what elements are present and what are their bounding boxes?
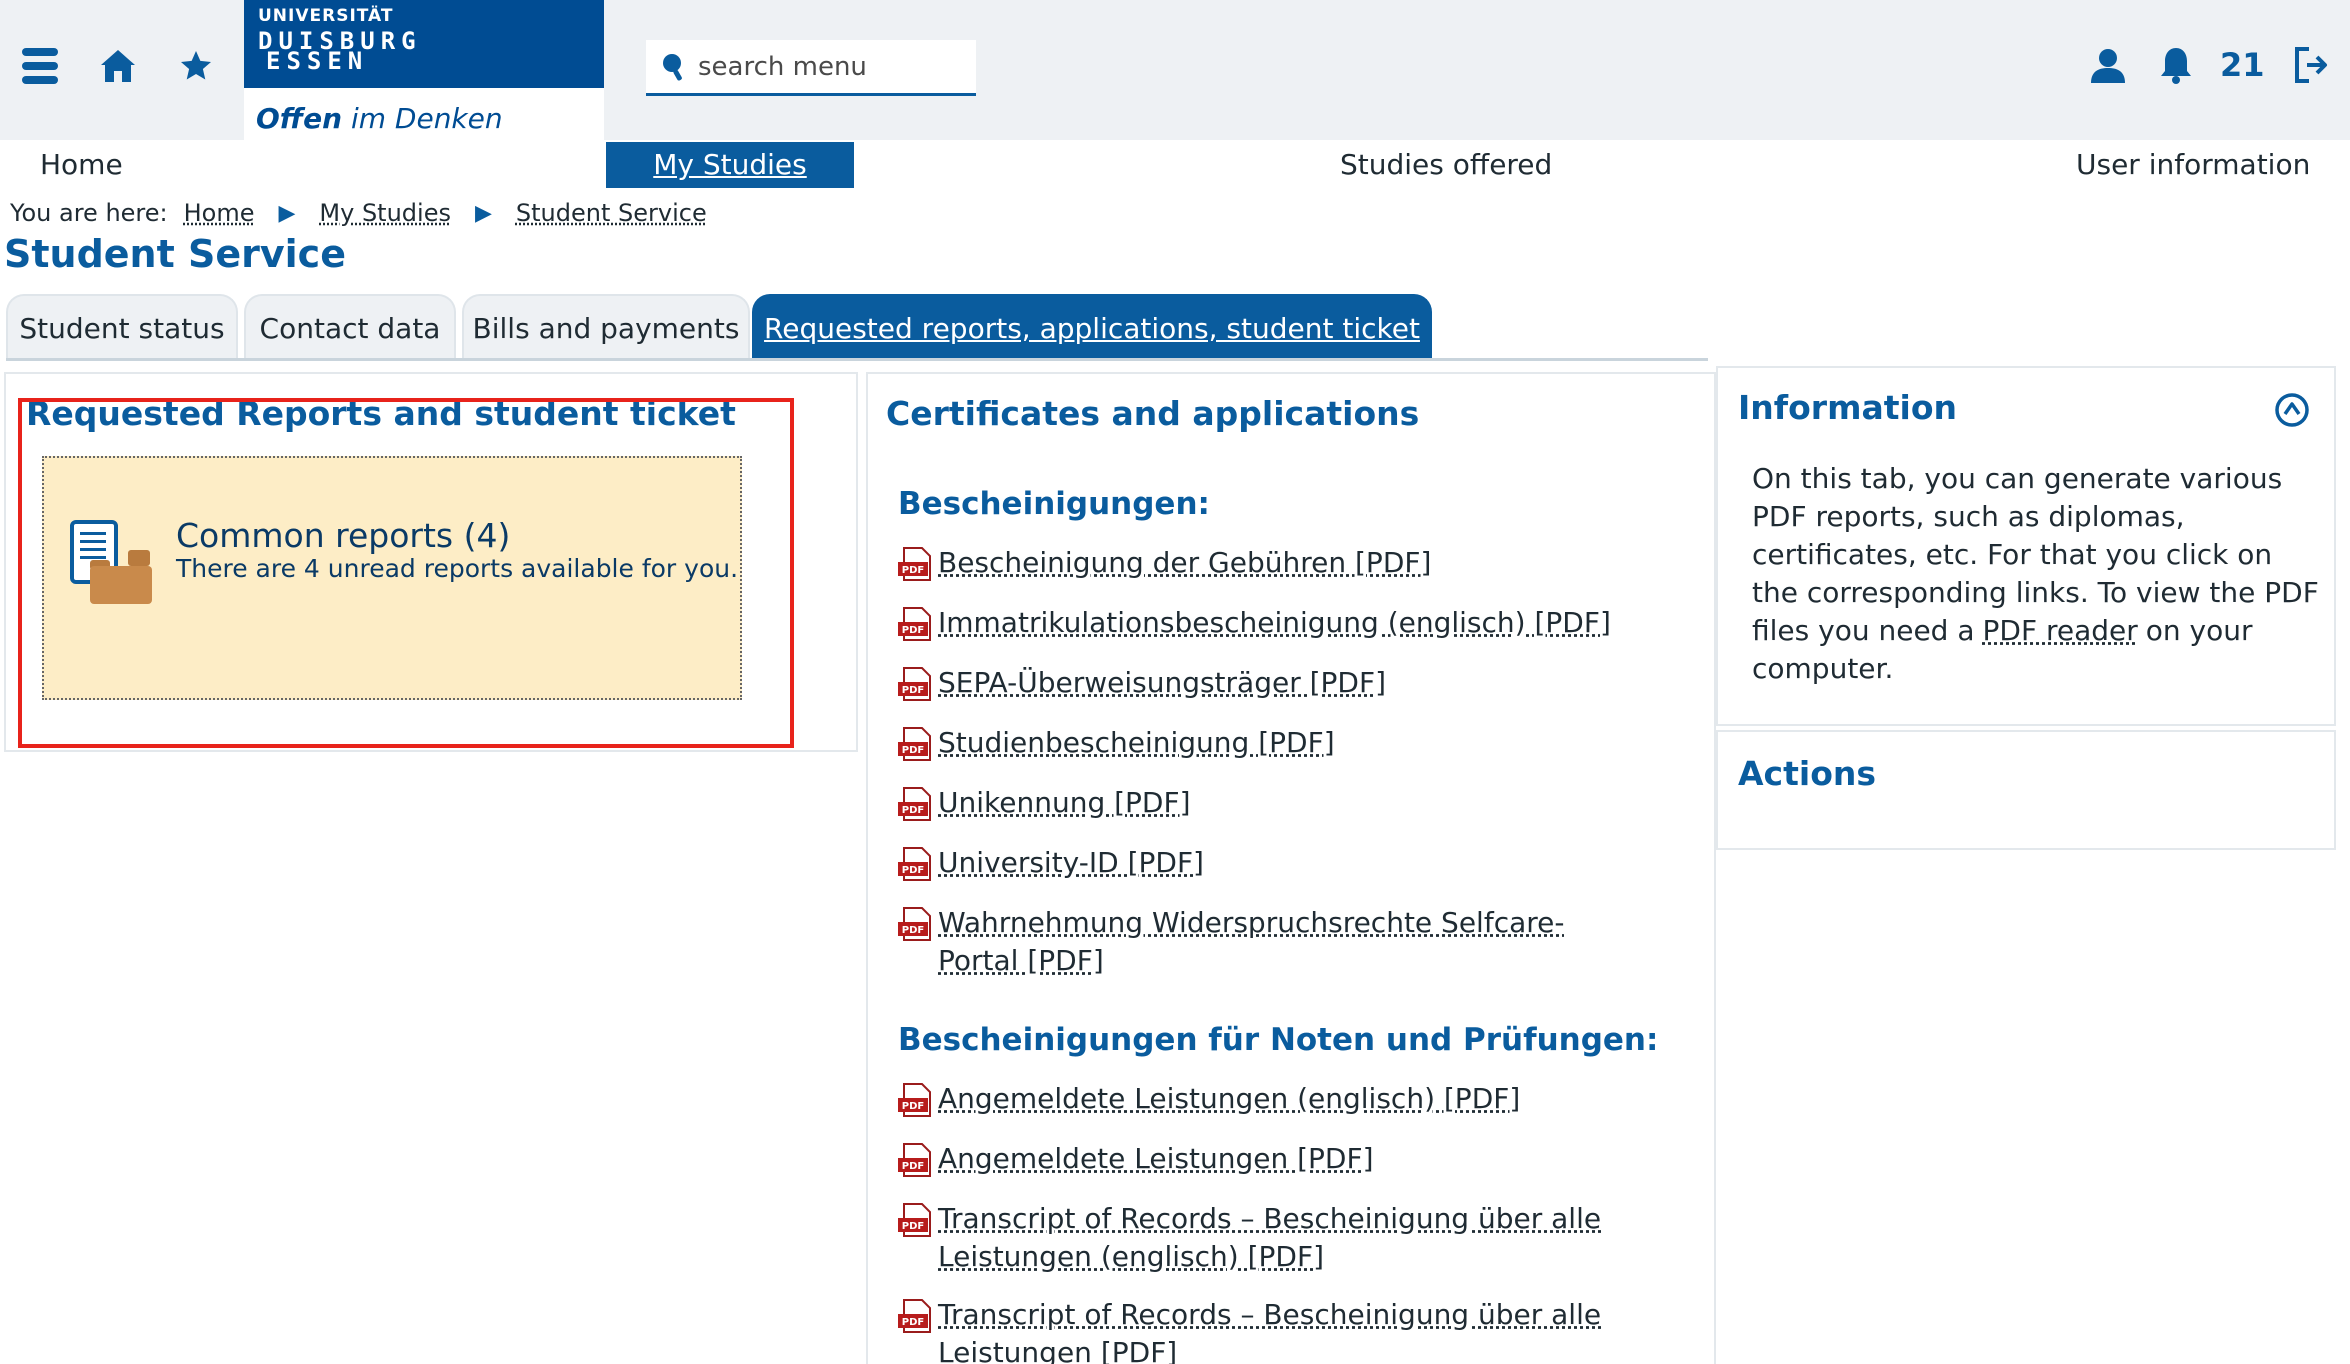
svg-text:PDF: PDF <box>902 565 924 576</box>
tabs-divider <box>6 358 1708 361</box>
link-text[interactable]: SEPA-Überweisungsträger [PDF] <box>938 664 1638 702</box>
svg-text:PDF: PDF <box>902 1221 924 1232</box>
pdf-link[interactable]: PDF Unikennung [PDF] <box>898 784 1638 822</box>
pdf-link[interactable]: PDF Immatrikulationsbescheinigung (engli… <box>898 604 1638 642</box>
logout-icon[interactable] <box>2290 44 2332 86</box>
chevron-right-icon: ▶ <box>474 200 492 226</box>
pdf-reader-link[interactable]: PDF reader <box>1983 614 2138 647</box>
breadcrumb-my-studies[interactable]: My Studies <box>319 199 451 227</box>
information-panel-title: Information <box>1738 388 1957 427</box>
pdf-link[interactable]: PDF Transcript of Records – Bescheinigun… <box>898 1200 1638 1276</box>
pdf-link[interactable]: PDF Transcript of Records – Bescheinigun… <box>898 1296 1638 1364</box>
pdf-icon: PDF <box>898 1143 931 1177</box>
pdf-icon: PDF <box>898 907 931 941</box>
tab-contact-data[interactable]: Contact data <box>244 294 456 360</box>
svg-text:PDF: PDF <box>902 1317 924 1328</box>
highlight-box <box>18 398 794 748</box>
nav-user-information[interactable]: User information <box>2076 142 2310 188</box>
breadcrumb-home[interactable]: Home <box>184 199 255 227</box>
link-text[interactable]: Bescheinigung der Gebühren [PDF] <box>938 544 1638 582</box>
svg-text:PDF: PDF <box>902 685 924 696</box>
link-text[interactable]: Transcript of Records – Bescheinigung üb… <box>938 1200 1638 1276</box>
pdf-link[interactable]: PDF Wahrnehmung Widerspruchsrechte Selfc… <box>898 904 1638 980</box>
search-icon <box>663 53 682 80</box>
information-text: On this tab, you can generate various PD… <box>1752 462 2319 685</box>
svg-text:PDF: PDF <box>902 865 924 876</box>
link-text[interactable]: Immatrikulationsbescheinigung (englisch)… <box>938 604 1638 642</box>
link-text[interactable]: Transcript of Records – Bescheinigung üb… <box>938 1296 1638 1364</box>
pdf-icon: PDF <box>898 727 931 761</box>
svg-text:PDF: PDF <box>902 745 924 756</box>
search-box <box>646 40 976 96</box>
pdf-link[interactable]: PDF Bescheinigung der Gebühren [PDF] <box>898 544 1638 582</box>
logo-banner: UNIVERSITÄT DUISBURG ESSEN <box>244 0 604 88</box>
svg-text:PDF: PDF <box>902 1161 924 1172</box>
pdf-icon: PDF <box>898 787 931 821</box>
search-input[interactable] <box>698 51 958 82</box>
user-icon[interactable] <box>2088 46 2128 86</box>
svg-text:PDF: PDF <box>902 925 924 936</box>
university-logo[interactable]: UNIVERSITÄT DUISBURG ESSEN Offen im Denk… <box>244 0 604 140</box>
hamburger-icon[interactable] <box>18 42 62 90</box>
pdf-link[interactable]: PDF University-ID [PDF] <box>898 844 1638 882</box>
logo-line1: UNIVERSITÄT <box>258 6 394 26</box>
pdf-icon: PDF <box>898 1203 931 1237</box>
pdf-link[interactable]: PDF Studienbescheinigung [PDF] <box>898 724 1638 762</box>
tab-student-status[interactable]: Student status <box>6 294 238 360</box>
pdf-link[interactable]: PDF SEPA-Überweisungsträger [PDF] <box>898 664 1638 702</box>
nav-studies-offered[interactable]: Studies offered <box>1340 142 1552 188</box>
tab-requested-reports[interactable]: Requested reports, applications, student… <box>752 294 1432 360</box>
certificates-panel-title: Certificates and applications <box>886 394 1420 433</box>
actions-panel-title: Actions <box>1738 754 1876 793</box>
pdf-link[interactable]: PDF Angemeldete Leistungen [PDF] <box>898 1140 1638 1178</box>
top-bar: UNIVERSITÄT DUISBURG ESSEN Offen im Denk… <box>0 0 2350 140</box>
link-text[interactable]: Angemeldete Leistungen [PDF] <box>938 1140 1638 1178</box>
section-heading-noten-pruefungen: Bescheinigungen für Noten und Prüfungen: <box>898 1022 1659 1058</box>
pdf-link[interactable]: PDF Angemeldete Leistungen (englisch) [P… <box>898 1080 1638 1118</box>
section-heading-bescheinigungen: Bescheinigungen: <box>898 486 1210 522</box>
logo-line3: ESSEN <box>266 47 369 75</box>
chevron-up-circle-icon[interactable] <box>2272 390 2312 430</box>
pdf-icon: PDF <box>898 667 931 701</box>
page-title: Student Service <box>4 232 346 276</box>
link-text[interactable]: Angemeldete Leistungen (englisch) [PDF] <box>938 1080 1638 1118</box>
link-text[interactable]: Wahrnehmung Widerspruchsrechte Selfcare-… <box>938 904 1638 980</box>
breadcrumb: You are here: Home ▶ My Studies ▶ Studen… <box>10 196 713 230</box>
pdf-icon: PDF <box>898 607 931 641</box>
pdf-icon: PDF <box>898 1299 931 1333</box>
svg-text:PDF: PDF <box>902 1101 924 1112</box>
breadcrumb-label: You are here: <box>10 199 168 227</box>
logo-slogan: Offen im Denken <box>256 102 503 135</box>
link-text[interactable]: Studienbescheinigung [PDF] <box>938 724 1638 762</box>
main-navigation: Home My Studies Studies offered User inf… <box>0 142 2350 188</box>
pdf-icon: PDF <box>898 547 931 581</box>
chevron-right-icon: ▶ <box>278 200 296 226</box>
nav-home[interactable]: Home <box>40 142 123 188</box>
svg-text:PDF: PDF <box>902 625 924 636</box>
pdf-icon: PDF <box>898 847 931 881</box>
svg-text:PDF: PDF <box>902 805 924 816</box>
link-text[interactable]: Unikennung [PDF] <box>938 784 1638 822</box>
breadcrumb-student-service[interactable]: Student Service <box>516 199 707 227</box>
tab-bills-and-payments[interactable]: Bills and payments <box>462 294 750 360</box>
nav-my-studies[interactable]: My Studies <box>606 142 854 188</box>
link-text[interactable]: University-ID [PDF] <box>938 844 1638 882</box>
notification-count[interactable]: 21 <box>2220 46 2265 84</box>
bell-icon[interactable] <box>2156 44 2196 86</box>
star-icon[interactable] <box>176 46 216 86</box>
pdf-icon: PDF <box>898 1083 931 1117</box>
home-icon[interactable] <box>98 46 138 86</box>
